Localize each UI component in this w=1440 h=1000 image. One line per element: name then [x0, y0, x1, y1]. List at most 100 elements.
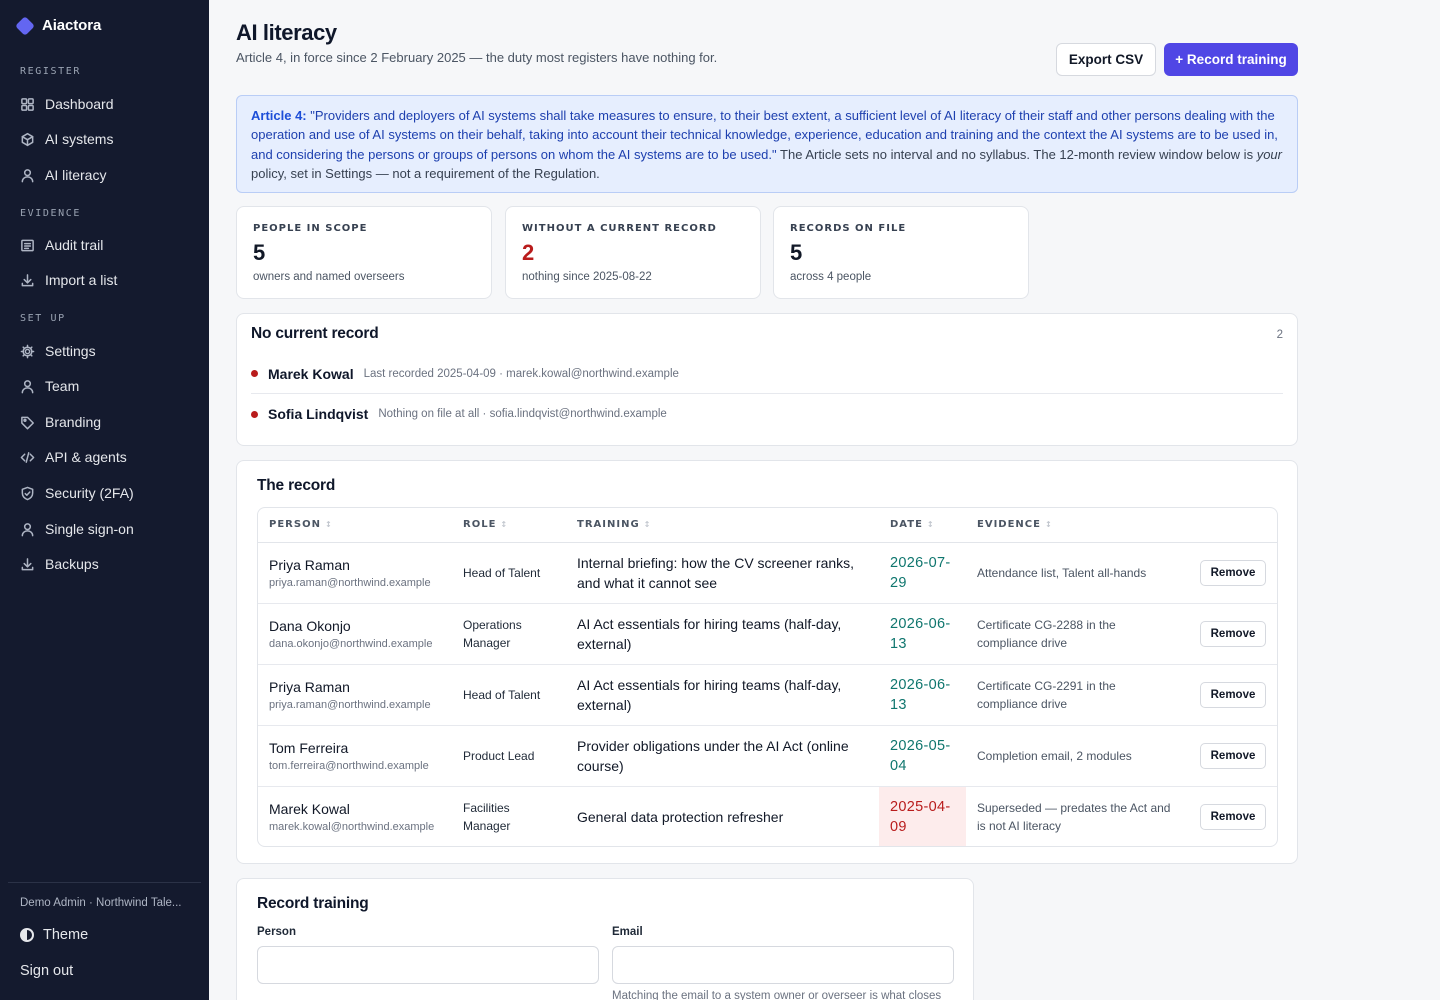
person-email: priya.raman@northwind.example — [269, 576, 431, 589]
training-title: AI Act essentials for hiring teams (half… — [577, 676, 842, 713]
person-input[interactable] — [257, 946, 599, 984]
table-row: Priya Raman priya.raman@northwind.example… — [258, 542, 1277, 604]
sidebar-item-label: Dashboard — [45, 96, 114, 112]
remove-button[interactable]: Remove — [1200, 559, 1266, 586]
missing-person-meta: Nothing on file at all · sofia.lindqvist… — [378, 408, 667, 420]
remove-button[interactable]: Remove — [1200, 803, 1266, 830]
person-email: marek.kowal@northwind.example — [269, 820, 435, 833]
training-evidence: Certificate CG-2288 in the compliance dr… — [977, 617, 1116, 650]
table-row: Marek Kowal marek.kowal@northwind.example… — [258, 786, 1277, 846]
sidebar-item-dashboard[interactable]: Dashboard — [20, 94, 114, 114]
sidebar-item-label: Single sign-on — [45, 521, 134, 537]
sidebar-item-security[interactable]: Security (2FA) — [20, 483, 134, 503]
list-icon — [21, 239, 34, 251]
sort-icon: ↕ — [500, 520, 509, 530]
sort-icon: ↕ — [926, 520, 935, 530]
record-training-button[interactable]: + Record training — [1164, 43, 1298, 76]
column-header-role[interactable]: ROLE ↕ — [452, 508, 566, 543]
stat-value: 5 — [253, 240, 266, 265]
theme-toggle[interactable]: Theme — [20, 927, 88, 943]
person-role: Facilities Manager — [463, 800, 511, 833]
sidebar-item-audit-trail[interactable]: Audit trail — [20, 235, 103, 255]
sidebar-item-label: Backups — [45, 556, 99, 572]
page-subtitle: Article 4, in force since 2 February 202… — [236, 50, 718, 65]
stat-note: nothing since 2025-08-22 — [522, 271, 652, 283]
contrast-icon — [20, 928, 34, 942]
shield-icon — [21, 486, 34, 500]
column-header-evidence[interactable]: EVIDENCE ↕ — [966, 508, 1189, 543]
training-date: 2026-06-13 — [890, 615, 951, 652]
training-title: Internal briefing: how the CV screener r… — [577, 554, 855, 591]
training-date-expired: 2025-04-09 — [890, 798, 951, 835]
remove-button[interactable]: Remove — [1200, 681, 1266, 708]
panel-title: No current record — [251, 325, 379, 342]
download-icon — [21, 557, 34, 570]
sidebar-item-label: AI systems — [45, 131, 114, 147]
callout-lead: Article 4: — [251, 108, 307, 123]
list-item[interactable]: Marek Kowal Last recorded 2025-04-09 · m… — [251, 354, 1283, 394]
training-date: 2026-05-04 — [890, 737, 951, 774]
sort-icon: ↕ — [1044, 520, 1053, 530]
user-icon — [21, 522, 34, 536]
sidebar-item-api-agents[interactable]: API & agents — [20, 447, 127, 467]
sidebar-item-label: API & agents — [45, 449, 127, 465]
person-email: priya.raman@northwind.example — [269, 698, 431, 711]
missing-person-meta: Last recorded 2025-04-09 · marek.kowal@n… — [363, 367, 679, 380]
email-field-label: Email — [612, 926, 643, 938]
callout-emphasis: your — [1256, 146, 1282, 162]
training-date: 2026-07-29 — [890, 554, 951, 591]
callout-text: The Article sets no interval and no syll… — [776, 146, 1257, 162]
remove-button[interactable]: Remove — [1200, 742, 1266, 769]
sidebar-item-import-list[interactable]: Import a list — [20, 270, 117, 290]
training-evidence: Certificate CG-2291 in the compliance dr… — [977, 678, 1116, 711]
stat-label: RECORDS ON FILE — [790, 223, 907, 234]
sidebar-item-settings[interactable]: Settings — [20, 341, 96, 361]
status-dot — [251, 410, 258, 418]
nav-section-setup: SET UP — [20, 313, 66, 324]
person-name: Priya Raman — [269, 678, 350, 695]
sidebar-item-ai-systems[interactable]: AI systems — [20, 129, 113, 149]
no-current-record-panel: No current record 2 Marek Kowal Last rec… — [236, 313, 1298, 446]
nav-section-register: REGISTER — [20, 66, 81, 77]
person-role: Operations Manager — [463, 617, 522, 650]
stat-label: WITHOUT A CURRENT RECORD — [522, 223, 717, 234]
training-evidence: Completion email, 2 modules — [977, 748, 1132, 763]
person-role: Head of Talent — [463, 687, 541, 702]
sign-out-link[interactable]: Sign out — [20, 963, 73, 979]
sidebar-divider — [8, 882, 201, 883]
column-header-date[interactable]: DATE ↕ — [879, 508, 966, 543]
sidebar-item-ai-literacy[interactable]: AI literacy — [20, 165, 106, 185]
stat-note: across 4 people — [790, 271, 872, 283]
user-icon — [21, 168, 34, 182]
gear-icon — [20, 344, 35, 358]
table-header-row: PERSON ↕ ROLE ↕ TRAINING ↕ DATE ↕ EVIDENCE ↕ — [258, 508, 1277, 543]
sidebar-item-backups[interactable]: Backups — [20, 554, 99, 574]
column-header-training[interactable]: TRAINING ↕ — [566, 508, 879, 543]
email-input[interactable] — [612, 946, 954, 984]
sidebar: Aiactora REGISTER Dashboard AI systems A… — [0, 0, 209, 1000]
record-panel: The record PERSON ↕ ROLE ↕ TRAINING ↕ DATE ↕… — [236, 460, 1298, 864]
stat-card-without-record: WITHOUT A CURRENT RECORD 2 nothing since… — [505, 206, 761, 299]
list-item[interactable]: Sofia Lindqvist Nothing on file at all ·… — [251, 394, 1283, 434]
training-title: AI Act essentials for hiring teams (half… — [577, 615, 842, 652]
sidebar-item-team[interactable]: Team — [20, 376, 79, 396]
column-header-person[interactable]: PERSON ↕ — [258, 508, 452, 543]
export-csv-button[interactable]: Export CSV — [1056, 43, 1156, 76]
sidebar-item-label: Import a list — [45, 272, 118, 288]
sidebar-item-branding[interactable]: Branding — [20, 412, 101, 432]
brand-logo-icon — [15, 15, 35, 36]
brand[interactable]: Aiactora — [15, 15, 101, 36]
person-email: tom.ferreira@northwind.example — [269, 759, 429, 772]
sidebar-item-label: Security (2FA) — [45, 485, 134, 501]
missing-person-name: Marek Kowal — [268, 365, 354, 382]
sidebar-item-label: Branding — [45, 414, 102, 430]
person-role: Head of Talent — [463, 565, 541, 580]
stat-note: owners and named overseers — [253, 271, 405, 283]
remove-button[interactable]: Remove — [1200, 620, 1266, 647]
sort-icon: ↕ — [324, 520, 333, 530]
training-date: 2026-06-13 — [890, 676, 951, 713]
sidebar-item-sso[interactable]: Single sign-on — [20, 519, 134, 539]
stat-value: 5 — [790, 240, 803, 265]
stat-label: PEOPLE IN SCOPE — [253, 223, 368, 234]
article-callout: Article 4: "Providers and deployers of A… — [236, 95, 1298, 193]
